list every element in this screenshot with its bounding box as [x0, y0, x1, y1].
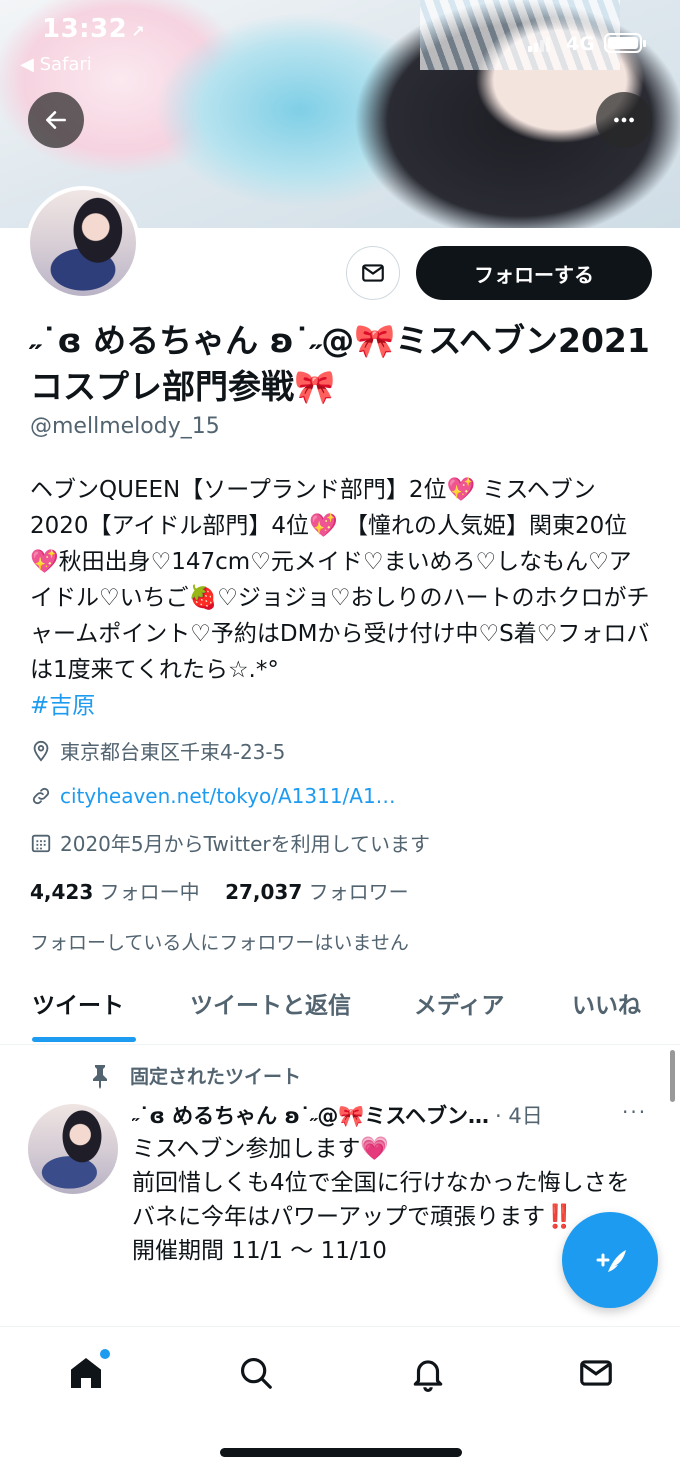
joined-row: 2020年5月からTwitterを利用しています	[30, 828, 430, 857]
tweet-more-button[interactable]: ···	[622, 1100, 647, 1124]
url-row: cityheaven.net/tokyo/A1311/A1…	[30, 784, 396, 808]
tweet-author[interactable]: ˶˙ɞ めるちゃん ʚ˙˶@🎀ミスヘブン…	[132, 1100, 489, 1130]
tab-tweets[interactable]: ツイート	[32, 986, 124, 1020]
nav-home[interactable]	[64, 1349, 110, 1395]
nav-notifications[interactable]	[406, 1351, 450, 1395]
followers-label: フォロワー	[308, 880, 409, 904]
tweet-line: ミスヘブン参加します💗	[132, 1136, 390, 1162]
location-row: 東京都台東区千束4-23-5	[30, 736, 285, 765]
profile-bio: ヘブンQUEEN【ソープランド部門】2位💖 ミスヘブン2020【アイドル部門】4…	[30, 472, 650, 724]
nav-search[interactable]	[234, 1351, 278, 1395]
follow-button[interactable]: フォローする	[416, 246, 652, 300]
scrollbar[interactable]	[670, 1050, 675, 1102]
location-pin-icon	[33, 740, 49, 762]
profile-handle: @mellmelody_15	[30, 414, 220, 439]
active-tab-indicator	[32, 1037, 136, 1042]
pinned-label-text: 固定されたツイート	[130, 1066, 302, 1088]
tweet-avatar[interactable]	[28, 1104, 118, 1194]
signal-icon	[528, 36, 552, 52]
followers-count: 27,037	[225, 880, 303, 904]
back-button[interactable]	[28, 92, 84, 148]
location-arrow-icon: ↗	[131, 22, 146, 41]
more-button[interactable]	[596, 92, 652, 148]
notification-dot	[100, 1349, 110, 1359]
back-to-safari[interactable]: ◀ Safari	[20, 54, 92, 75]
mail-icon	[362, 264, 384, 282]
tweet-line: 前回惜しくも4位で全国に行けなかった悔しさをバネに今年はパワーアップで頑張ります…	[132, 1170, 630, 1230]
message-button[interactable]	[346, 246, 400, 300]
following-label: フォロー中	[99, 880, 200, 904]
bio-hashtag[interactable]: #吉原	[30, 693, 95, 719]
tweet-header: ˶˙ɞ めるちゃん ʚ˙˶@🎀ミスヘブン… · 4日	[132, 1100, 612, 1130]
mail-icon	[580, 1360, 612, 1386]
status-bar: 13:32 ↗ ◀ Safari 4G	[0, 0, 680, 80]
compose-tweet-button[interactable]	[562, 1212, 658, 1308]
profile-name: ˶˙ɞ めるちゃん ʚ˙˶@🎀ミスヘブン2021コスプレ部門参戦🎀	[30, 321, 650, 406]
pinned-tweet-label: 固定されたツイート	[88, 1062, 301, 1089]
calendar-icon	[31, 834, 51, 852]
tweet-date[interactable]: · 4日	[495, 1100, 543, 1130]
followers-you-know-note: フォローしている人にフォロワーはいません	[30, 932, 409, 954]
nav-messages[interactable]	[574, 1351, 618, 1395]
link-icon	[32, 787, 50, 805]
profile-url[interactable]: cityheaven.net/tokyo/A1311/A1…	[60, 784, 396, 808]
bell-icon	[413, 1360, 443, 1392]
followers-link[interactable]: 27,037 フォロワー	[225, 880, 409, 904]
status-time: 13:32 ↗	[42, 14, 146, 44]
profile-tabs: ツイート ツイートと返信 メディア いいね	[0, 970, 680, 1045]
follow-counts: 4,423 フォロー中 27,037 フォロワー	[30, 876, 409, 905]
following-link[interactable]: 4,423 フォロー中	[30, 880, 200, 904]
pin-icon	[93, 1064, 107, 1089]
tab-tweets-replies[interactable]: ツイートと返信	[190, 986, 351, 1020]
home-icon	[71, 1358, 101, 1388]
profile-avatar[interactable]	[26, 186, 140, 300]
compose-feather-icon	[596, 1250, 626, 1272]
arrow-left-icon	[46, 111, 66, 129]
bio-text: ヘブンQUEEN【ソープランド部門】2位💖 ミスヘブン2020【アイドル部門】4…	[30, 477, 650, 683]
tab-likes[interactable]: いいね	[572, 986, 641, 1020]
following-count: 4,423	[30, 880, 94, 904]
home-indicator[interactable]	[220, 1448, 462, 1457]
network-type: 4G	[566, 33, 595, 55]
location-text: 東京都台東区千束4-23-5	[60, 740, 286, 764]
joined-text: 2020年5月からTwitterを利用しています	[60, 832, 431, 856]
battery-icon	[604, 33, 646, 53]
search-icon	[240, 1357, 272, 1389]
tab-media[interactable]: メディア	[414, 986, 504, 1020]
more-horizontal-icon	[614, 117, 634, 123]
